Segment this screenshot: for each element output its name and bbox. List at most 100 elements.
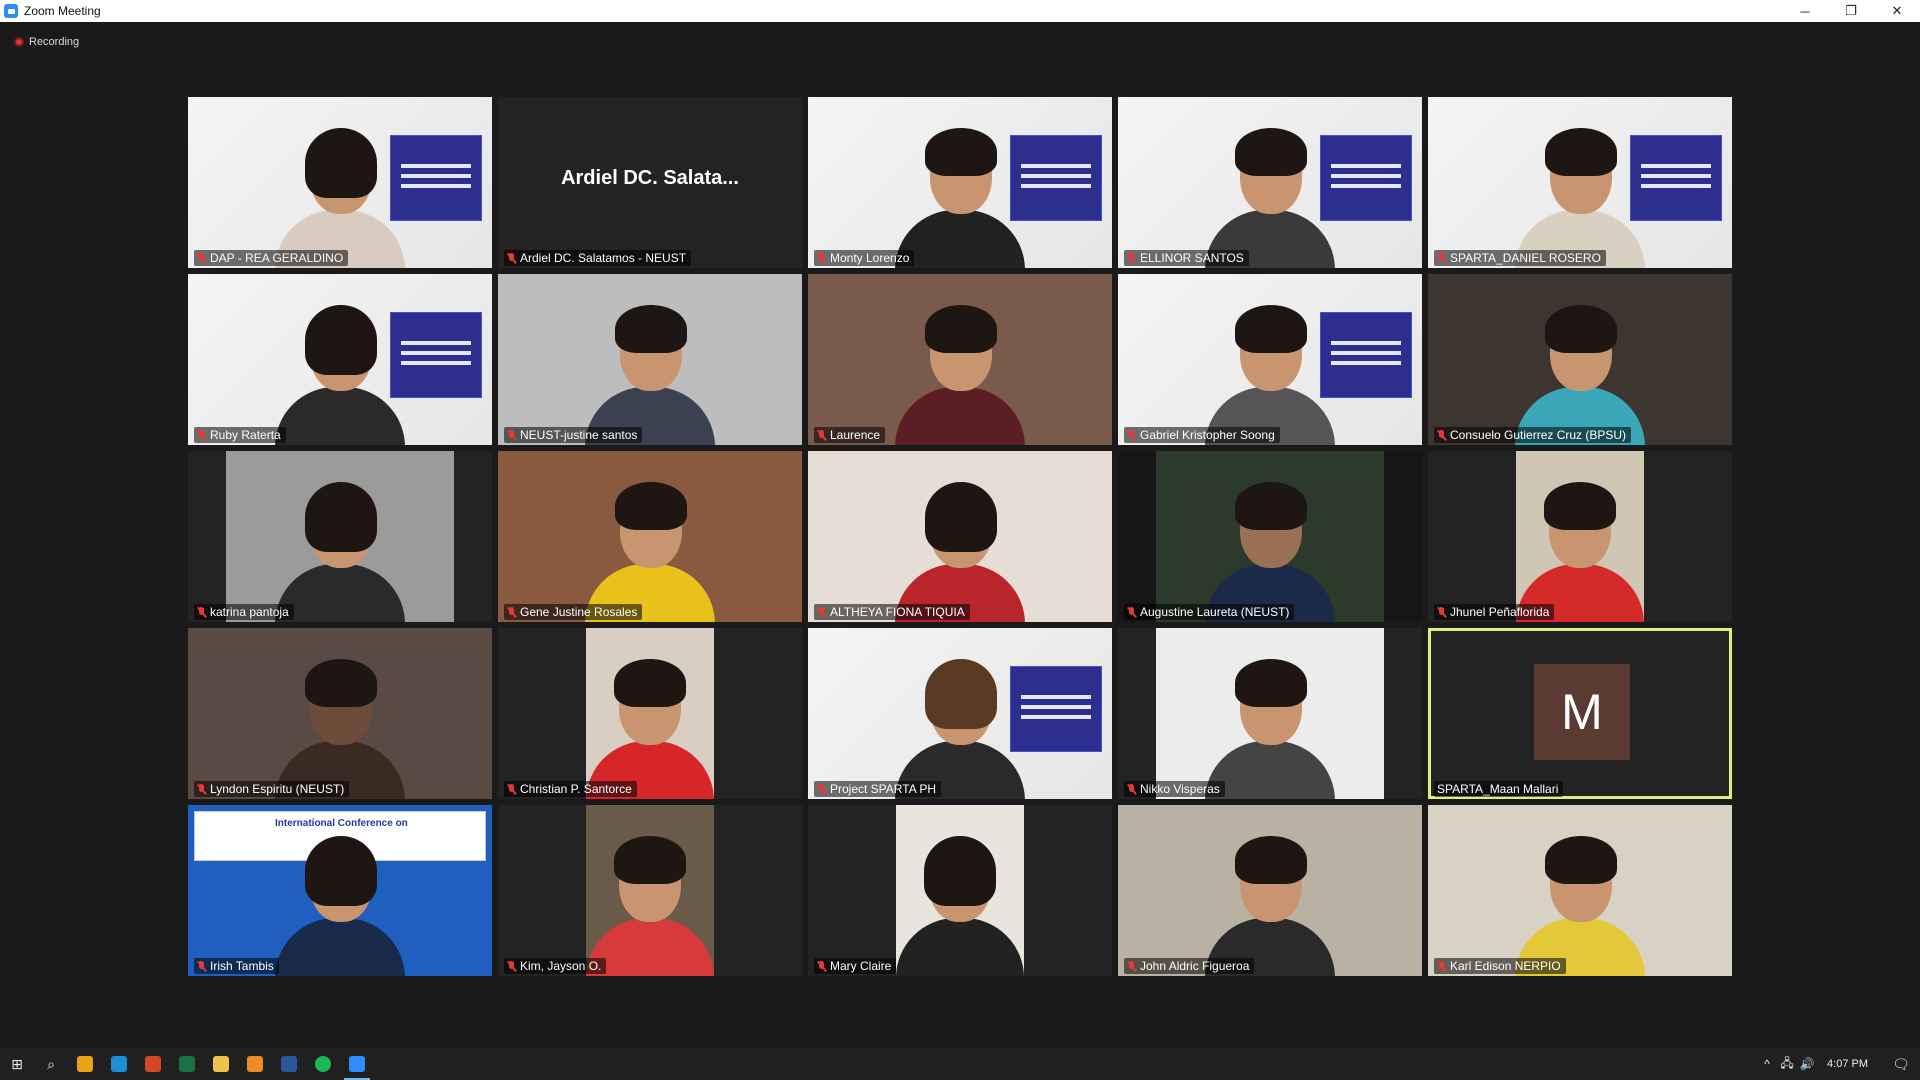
restore-button[interactable]: ❐ — [1828, 0, 1874, 22]
video-tile[interactable]: Project SPARTA PH — [808, 628, 1112, 799]
video-tile[interactable]: John Aldric Figueroa — [1118, 805, 1422, 976]
muted-mic-icon — [507, 429, 516, 441]
participant-video — [1156, 628, 1384, 799]
name-label: Ardiel DC. Salatamos - NEUST — [504, 250, 692, 266]
excel-icon[interactable] — [170, 1048, 204, 1080]
participant-video — [896, 805, 1024, 976]
sublime-icon[interactable] — [238, 1048, 272, 1080]
muted-mic-icon — [507, 606, 516, 618]
chevron-up-icon[interactable]: ^ — [1757, 1057, 1777, 1071]
video-tile[interactable]: Gene Justine Rosales — [498, 451, 802, 622]
video-tile[interactable]: Nikko Visperas — [1118, 628, 1422, 799]
close-button[interactable]: ✕ — [1874, 0, 1920, 22]
muted-mic-icon — [1127, 960, 1136, 972]
name-label: Project SPARTA PH — [814, 781, 942, 797]
clock[interactable]: 4:07 PM — [1827, 1058, 1868, 1070]
name-label: Augustine Laureta (NEUST) — [1124, 604, 1295, 620]
minimize-button[interactable]: ─ — [1782, 0, 1828, 22]
video-tile[interactable]: ELLINOR SANTOS — [1118, 97, 1422, 268]
participant-video — [586, 628, 714, 799]
name-label: Laurence — [814, 427, 886, 443]
muted-mic-icon — [507, 252, 516, 264]
name-label: Mary Claire — [814, 958, 897, 974]
video-tile[interactable]: NEUST-justine santos — [498, 274, 802, 445]
windows-taskbar: ⊞ ⌕ ^ 🖧 🔊 4:07 PM 🗨 — [0, 1048, 1920, 1080]
name-label: Karl Edison NERPIO — [1434, 958, 1566, 974]
name-label: SPARTA_DANIEL ROSERO — [1434, 250, 1606, 266]
name-label: ALTHEYA FIONA TIQUIA — [814, 604, 970, 620]
participant-video — [575, 472, 725, 622]
muted-mic-icon — [817, 252, 826, 264]
participant-video — [1505, 826, 1655, 976]
recording-indicator[interactable]: Recording — [14, 36, 79, 48]
video-tile[interactable]: SPARTA_DANIEL ROSERO — [1428, 97, 1732, 268]
muted-mic-icon — [507, 783, 516, 795]
window-titlebar: Zoom Meeting ─ ❐ ✕ — [0, 0, 1920, 22]
participant-display-name: Ardiel DC. Salata... — [561, 167, 739, 189]
video-tile[interactable]: Augustine Laureta (NEUST) — [1118, 451, 1422, 622]
muted-mic-icon — [1127, 606, 1136, 618]
muted-mic-icon — [507, 960, 516, 972]
name-label: SPARTA_Maan Mallari — [1434, 781, 1564, 797]
participant-video — [265, 118, 415, 268]
video-tile[interactable]: Ardiel DC. Salata... Ardiel DC. Salatamo… — [498, 97, 802, 268]
name-label: NEUST-justine santos — [504, 427, 643, 443]
participant-video — [1195, 826, 1345, 976]
chrome-icon[interactable] — [68, 1048, 102, 1080]
video-tile[interactable]: Karl Edison NERPIO — [1428, 805, 1732, 976]
video-tile[interactable]: Consuelo Gutierrez Cruz (BPSU) — [1428, 274, 1732, 445]
name-label: Lyndon Espiritu (NEUST) — [194, 781, 350, 797]
system-tray: ^ 🖧 🔊 4:07 PM 🗨 — [1757, 1048, 1920, 1080]
participant-video — [265, 826, 415, 976]
name-label: John Aldric Figueroa — [1124, 958, 1255, 974]
video-tile[interactable]: ALTHEYA FIONA TIQUIA — [808, 451, 1112, 622]
video-tile[interactable]: Kim, Jayson O. — [498, 805, 802, 976]
participant-video — [1505, 295, 1655, 445]
muted-mic-icon — [1437, 252, 1446, 264]
zoom-icon[interactable] — [340, 1048, 374, 1080]
muted-mic-icon — [197, 783, 206, 795]
powerpoint-icon[interactable] — [136, 1048, 170, 1080]
muted-mic-icon — [197, 960, 206, 972]
name-label: Nikko Visperas — [1124, 781, 1225, 797]
participant-video — [1195, 295, 1345, 445]
video-tile[interactable]: Christian P. Santorce — [498, 628, 802, 799]
video-tile[interactable]: Lyndon Espiritu (NEUST) — [188, 628, 492, 799]
muted-mic-icon — [817, 429, 826, 441]
name-label: Irish Tambis — [194, 958, 279, 974]
video-tile[interactable]: katrina pantoja — [188, 451, 492, 622]
video-tile[interactable]: Laurence — [808, 274, 1112, 445]
active-speaker-tile[interactable]: M SPARTA_Maan Mallari — [1428, 628, 1732, 799]
avatar: M — [1534, 664, 1630, 760]
muted-mic-icon — [197, 429, 206, 441]
muted-mic-icon — [1127, 429, 1136, 441]
video-tile[interactable]: Jhunel Peñaflorida — [1428, 451, 1732, 622]
video-tile[interactable]: Monty Lorenzo — [808, 97, 1112, 268]
video-tile[interactable]: Gabriel Kristopher Soong — [1118, 274, 1422, 445]
participant-video — [885, 118, 1035, 268]
word-icon[interactable] — [272, 1048, 306, 1080]
search-icon[interactable]: ⌕ — [34, 1048, 68, 1080]
window-controls: ─ ❐ ✕ — [1782, 0, 1920, 22]
edge-icon[interactable] — [102, 1048, 136, 1080]
participant-video — [265, 649, 415, 799]
volume-icon[interactable]: 🔊 — [1797, 1057, 1817, 1071]
video-tile[interactable]: Ruby Raterta — [188, 274, 492, 445]
network-icon[interactable]: 🖧 — [1777, 1054, 1797, 1075]
name-label: Gene Justine Rosales — [504, 604, 643, 620]
muted-mic-icon — [1437, 606, 1446, 618]
spotify-icon[interactable] — [306, 1048, 340, 1080]
muted-mic-icon — [197, 252, 206, 264]
file-explorer-icon[interactable] — [204, 1048, 238, 1080]
name-label: Ruby Raterta — [194, 427, 286, 443]
muted-mic-icon — [1127, 252, 1136, 264]
video-tile[interactable]: International Conference on Irish Tambis — [188, 805, 492, 976]
video-tile[interactable]: DAP - REA GERALDINO — [188, 97, 492, 268]
notifications-icon[interactable]: 🗨 — [1882, 1056, 1920, 1073]
name-label: Monty Lorenzo — [814, 250, 915, 266]
participant-video — [1195, 118, 1345, 268]
video-tile[interactable]: Mary Claire — [808, 805, 1112, 976]
name-label: Consuelo Gutierrez Cruz (BPSU) — [1434, 427, 1632, 443]
participant-video — [586, 805, 714, 976]
windows-start-icon[interactable]: ⊞ — [0, 1048, 34, 1080]
